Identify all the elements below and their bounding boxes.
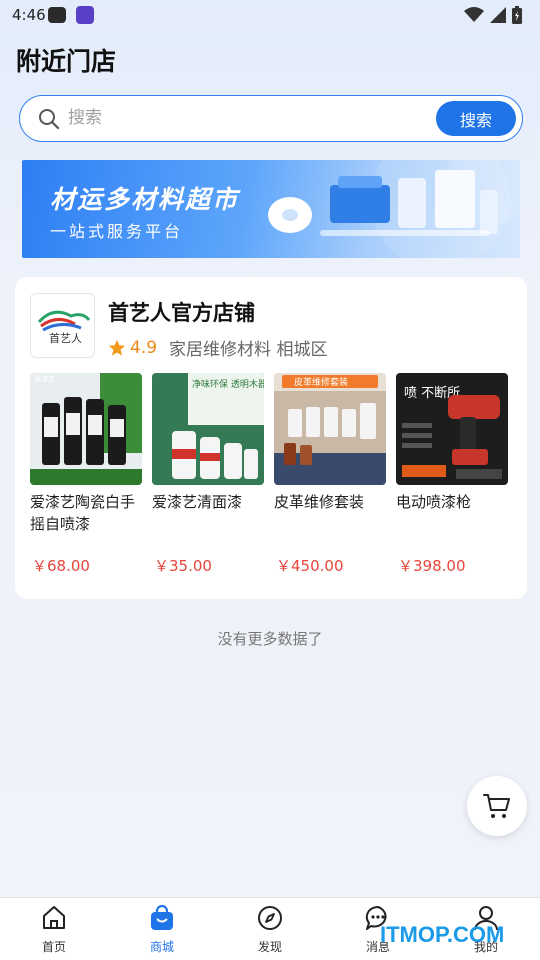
cart-button[interactable] (467, 776, 527, 836)
cart-icon (483, 794, 510, 818)
product-name: 电动喷漆枪 (396, 493, 472, 511)
product-card[interactable]: 爱漆艺 爱漆艺陶瓷白手摇自喷漆 ￥68.00 (30, 373, 142, 583)
product-price: ￥68.00 (32, 557, 90, 575)
store-logo-text: 首艺人 (49, 331, 82, 345)
compass-icon (258, 906, 282, 930)
android-notification-icon (48, 7, 66, 23)
signal-icon (490, 7, 506, 23)
product-name: 皮革维修套装 (274, 493, 365, 511)
status-bar: 4:46 (0, 0, 540, 30)
varnish-image: 净味环保 透明木器自喷漆 (152, 373, 264, 485)
wifi-icon (464, 7, 484, 22)
store-name: 首艺人官方店铺 (108, 301, 255, 325)
product-price: ￥398.00 (398, 557, 466, 575)
watermark: ITMOP.COM (380, 922, 505, 947)
product-image: 皮革维修套装 (274, 373, 386, 485)
product-image-label: 皮革维修套装 (294, 376, 348, 388)
product-price: ￥35.00 (154, 557, 212, 575)
banner-illustration (268, 160, 520, 258)
no-more-data-text: 没有更多数据了 (217, 630, 323, 648)
paint-spray-gun-image: 喷 不断所 (396, 373, 508, 485)
store-card[interactable]: 首艺人 首艺人官方店铺 4.9 家居维修材料 相城区 爱漆艺 爱漆艺陶瓷白手摇自… (15, 277, 527, 599)
product-card[interactable]: 皮革维修套装 皮革维修套装 ￥450.00 (274, 373, 386, 583)
star-icon (108, 339, 126, 356)
search-button[interactable]: 搜索 (436, 101, 516, 136)
product-image-label: 爱漆艺 (34, 374, 55, 383)
store-rating: 4.9 (130, 337, 158, 358)
battery-icon (512, 6, 522, 24)
page-title: 附近门店 (16, 47, 117, 76)
product-image: 净味环保 透明木器自喷漆 (152, 373, 264, 485)
tab-discover[interactable]: 发现 (216, 898, 324, 960)
store-rating-row: 4.9 家居维修材料 相城区 (108, 335, 327, 360)
app-notification-icon (76, 6, 94, 24)
tab-mall[interactable]: 商城 (108, 898, 216, 960)
product-name: 爱漆艺陶瓷白手摇自喷漆 (30, 493, 136, 533)
product-image: 喷 不断所 (396, 373, 508, 485)
banner-title: 材运多材料超市 (50, 185, 240, 214)
tab-home[interactable]: 首页 (0, 898, 108, 960)
product-card[interactable]: 净味环保 透明木器自喷漆 爱漆艺清面漆 ￥35.00 (152, 373, 264, 583)
search-icon (39, 109, 60, 130)
product-image: 爱漆艺 (30, 373, 142, 485)
product-image-label: 净味环保 透明木器自喷漆 (192, 378, 264, 390)
spray-paint-image: 爱漆艺 (30, 373, 142, 485)
promo-banner[interactable]: 材运多材料超市 一站式服务平台 (22, 160, 520, 258)
status-icons (464, 5, 522, 25)
search-bar[interactable]: 搜索 (19, 95, 523, 142)
tab-label: 商城 (149, 940, 174, 954)
product-price: ￥450.00 (276, 557, 344, 575)
store-logo-image: 首艺人 (37, 310, 91, 345)
product-name: 爱漆艺清面漆 (152, 493, 243, 511)
shopping-bag-icon (151, 904, 173, 930)
home-icon (43, 906, 65, 929)
tab-label: 首页 (41, 940, 66, 954)
search-input[interactable] (68, 104, 428, 132)
tab-label: 发现 (257, 940, 282, 954)
banner-subtitle: 一站式服务平台 (50, 222, 184, 241)
store-category-location: 家居维修材料 相城区 (169, 340, 328, 360)
product-list: 爱漆艺 爱漆艺陶瓷白手摇自喷漆 ￥68.00 净味环保 透明木器自喷漆 (30, 373, 520, 583)
product-card[interactable]: 喷 不断所 电动喷漆枪 ￥398.00 (396, 373, 508, 583)
store-logo: 首艺人 (30, 293, 95, 358)
leather-repair-kit-image: 皮革维修套装 (274, 373, 386, 485)
status-time: 4:46 (12, 6, 46, 24)
